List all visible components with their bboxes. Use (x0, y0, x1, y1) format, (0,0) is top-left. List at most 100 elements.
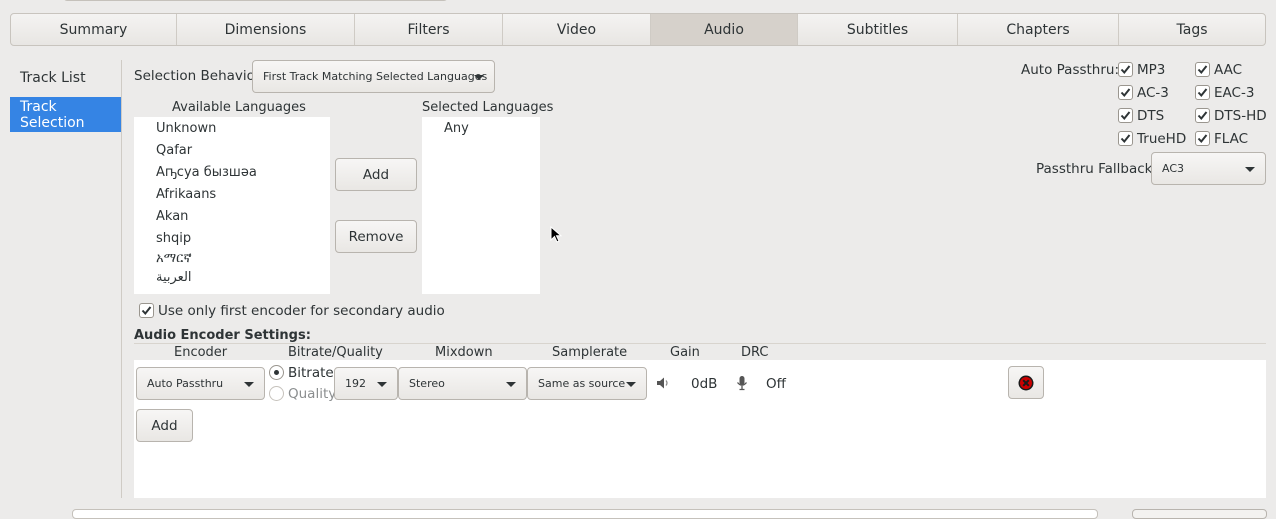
gain-value[interactable]: 0dB (691, 376, 717, 392)
column-samplerate: Samplerate (552, 345, 628, 360)
list-item[interactable]: العربية (156, 268, 330, 287)
selection-behavior-value: First Track Matching Selected Languages (263, 70, 488, 83)
passthru-fallback-dropdown[interactable]: AC3 (1151, 152, 1266, 185)
passthru-fallback-label: Passthru Fallback: (1036, 161, 1158, 177)
mp3-label: MP3 (1137, 62, 1166, 78)
checkmark-icon (1120, 134, 1131, 144)
samplerate-value: Same as source (538, 377, 626, 390)
mp3-checkbox[interactable] (1118, 62, 1133, 77)
tab-audio[interactable]: Audio (651, 14, 798, 45)
tab-bar: Summary Dimensions Filters Video Audio S… (10, 13, 1266, 46)
dts-label: DTS (1137, 108, 1165, 124)
selection-behavior-label: Selection Behavior: (134, 68, 265, 84)
secondary-audio-checkbox[interactable] (139, 303, 154, 318)
checkmark-icon (1197, 88, 1208, 98)
selected-languages-list[interactable]: Any (422, 117, 540, 294)
chevron-down-icon (506, 381, 516, 387)
checkmark-icon (1120, 111, 1131, 121)
top-text-field[interactable] (64, 0, 447, 1)
encoder-header-divider (134, 343, 1266, 344)
encoder-value: Auto Passthru (147, 377, 224, 390)
mixdown-value: Stereo (409, 377, 445, 390)
chevron-down-icon (377, 381, 387, 387)
add-encoder-button[interactable]: Add (136, 409, 193, 442)
list-item[interactable]: Unknown (156, 117, 330, 139)
remove-encoder-button[interactable] (1008, 366, 1044, 399)
tab-tags[interactable]: Tags (1119, 14, 1265, 45)
dtshd-label: DTS-HD (1214, 108, 1267, 124)
column-gain: Gain (670, 345, 700, 360)
checkmark-icon (1120, 88, 1131, 98)
bitrate-radio[interactable] (269, 365, 284, 380)
add-language-button[interactable]: Add (335, 158, 417, 191)
selected-languages-header: Selected Languages (422, 100, 554, 115)
flac-label: FLAC (1214, 131, 1249, 147)
microphone-icon[interactable] (736, 375, 748, 391)
flac-checkbox[interactable] (1195, 131, 1210, 146)
remove-language-button[interactable]: Remove (335, 220, 417, 253)
checkmark-icon (1197, 111, 1208, 121)
checkmark-icon (1120, 65, 1131, 75)
checkmark-icon (1197, 65, 1208, 75)
available-languages-header: Available Languages (172, 100, 306, 115)
chevron-down-icon (626, 381, 636, 387)
auto-passthru-label: Auto Passthru: (1021, 62, 1120, 78)
column-bitrate-quality: Bitrate/Quality (288, 345, 383, 360)
chevron-down-icon (244, 381, 254, 387)
samplerate-dropdown[interactable]: Same as source (527, 367, 647, 400)
list-item[interactable]: Аҧсуа бызшәа (156, 161, 330, 183)
selection-behavior-dropdown[interactable]: First Track Matching Selected Languages (252, 60, 495, 93)
aac-checkbox[interactable] (1195, 62, 1210, 77)
tab-dimensions[interactable]: Dimensions (177, 14, 355, 45)
list-item[interactable]: Afrikaans (156, 183, 330, 205)
column-drc: DRC (741, 345, 769, 360)
ac3-checkbox[interactable] (1118, 85, 1133, 100)
bitrate-value: 192 (345, 377, 366, 390)
list-item[interactable]: Akan (156, 205, 330, 227)
sidebar-divider (121, 60, 122, 498)
available-languages-list[interactable]: Unknown Qafar Аҧсуа бызшәа Afrikaans Aka… (134, 117, 330, 294)
list-item[interactable]: shqip (156, 227, 330, 249)
list-item[interactable]: Qafar (156, 139, 330, 161)
quality-radio[interactable] (269, 386, 284, 401)
bottom-button[interactable] (1132, 509, 1267, 519)
tab-subtitles[interactable]: Subtitles (798, 14, 958, 45)
encoder-dropdown[interactable]: Auto Passthru (136, 367, 265, 400)
secondary-audio-label: Use only first encoder for secondary aud… (158, 303, 445, 319)
mixdown-dropdown[interactable]: Stereo (398, 367, 527, 400)
truehd-label: TrueHD (1137, 131, 1187, 147)
dtshd-checkbox[interactable] (1195, 108, 1210, 123)
bottom-text-field[interactable] (72, 509, 1098, 519)
truehd-checkbox[interactable] (1118, 131, 1133, 146)
quality-radio-label: Quality (288, 386, 337, 402)
drc-value[interactable]: Off (766, 376, 786, 392)
column-mixdown: Mixdown (435, 345, 493, 360)
dts-checkbox[interactable] (1118, 108, 1133, 123)
list-item[interactable]: አማርኛ (156, 249, 330, 268)
sidebar-item-track-selection[interactable]: Track Selection (10, 97, 121, 132)
chevron-down-icon (474, 74, 484, 80)
tab-video[interactable]: Video (503, 14, 651, 45)
bitrate-radio-label: Bitrate (288, 365, 334, 381)
tab-summary[interactable]: Summary (11, 14, 177, 45)
ac3-label: AC-3 (1137, 85, 1169, 101)
sidebar-item-label: Track Selection (20, 98, 85, 131)
checkmark-icon (141, 306, 152, 316)
sidebar-item-track-list[interactable]: Track List (10, 60, 121, 95)
tab-filters[interactable]: Filters (355, 14, 503, 45)
list-item[interactable]: Any (444, 117, 540, 139)
close-circle-icon (1018, 375, 1034, 390)
column-encoder: Encoder (174, 345, 228, 360)
mouse-cursor-icon (550, 226, 562, 243)
passthru-fallback-value: AC3 (1162, 162, 1185, 175)
bitrate-dropdown[interactable]: 192 (334, 367, 398, 400)
eac3-checkbox[interactable] (1195, 85, 1210, 100)
tab-chapters[interactable]: Chapters (958, 14, 1119, 45)
speaker-icon[interactable] (656, 376, 670, 390)
checkmark-icon (1197, 134, 1208, 144)
sidebar-item-label: Track List (20, 69, 86, 86)
aac-label: AAC (1214, 62, 1243, 78)
encoder-settings-title: Audio Encoder Settings: (134, 328, 311, 343)
eac3-label: EAC-3 (1214, 85, 1255, 101)
chevron-down-icon (1245, 166, 1255, 172)
